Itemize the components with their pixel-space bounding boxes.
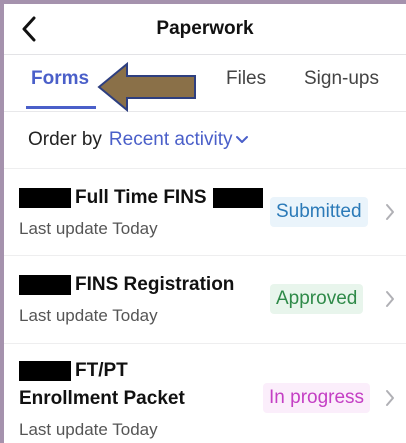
chevron-right-icon xyxy=(386,390,394,406)
order-by-select[interactable]: Recent activity xyxy=(109,129,250,151)
item-title: FINS Registration xyxy=(19,274,234,296)
redaction-block xyxy=(19,361,71,381)
item-subtitle: Last update Today xyxy=(19,306,158,325)
nav-header: Paperwork xyxy=(4,4,406,55)
item-subtitle: Last update Today xyxy=(19,420,158,439)
tab-bar: Forms Files Sign-ups xyxy=(4,55,406,113)
status-badge: Approved xyxy=(270,284,364,314)
item-title-text: FINS Registration xyxy=(75,274,235,295)
tab-sign-ups[interactable]: Sign-ups xyxy=(304,68,379,90)
list-item[interactable]: Full Time FINS Last update Today Submitt… xyxy=(4,169,406,256)
list-item[interactable]: FT/PT Enrollment Packet Last update Toda… xyxy=(4,344,406,443)
order-by-row: Order by Recent activity xyxy=(4,112,406,169)
annotation-arrow-icon xyxy=(97,61,196,113)
tab-forms[interactable]: Forms xyxy=(31,68,89,90)
order-by-label: Order by xyxy=(28,129,102,150)
item-title-line2: Enrollment Packet xyxy=(19,388,185,409)
item-title: Full Time FINS xyxy=(19,187,263,209)
item-title-text: Full Time FINS xyxy=(75,187,207,208)
item-title: FT/PT xyxy=(19,360,128,382)
chevron-down-icon xyxy=(236,136,249,143)
order-by-value: Recent activity xyxy=(108,129,233,150)
tab-files[interactable]: Files xyxy=(226,68,266,90)
status-badge: Submitted xyxy=(270,197,368,227)
redaction-block xyxy=(212,188,263,208)
item-subtitle: Last update Today xyxy=(19,219,158,238)
redaction-block xyxy=(19,188,71,208)
app-screen: Paperwork Forms Files Sign-ups Order by … xyxy=(4,4,406,443)
status-badge: In progress xyxy=(263,383,371,413)
item-title-text: FT/PT xyxy=(75,360,128,381)
page-title: Paperwork xyxy=(156,18,254,39)
chevron-right-icon xyxy=(386,291,394,307)
active-tab-indicator xyxy=(26,106,96,109)
redaction-block xyxy=(19,275,71,295)
chevron-right-icon xyxy=(386,204,394,220)
list-item[interactable]: FINS Registration Last update Today Appr… xyxy=(4,256,406,344)
